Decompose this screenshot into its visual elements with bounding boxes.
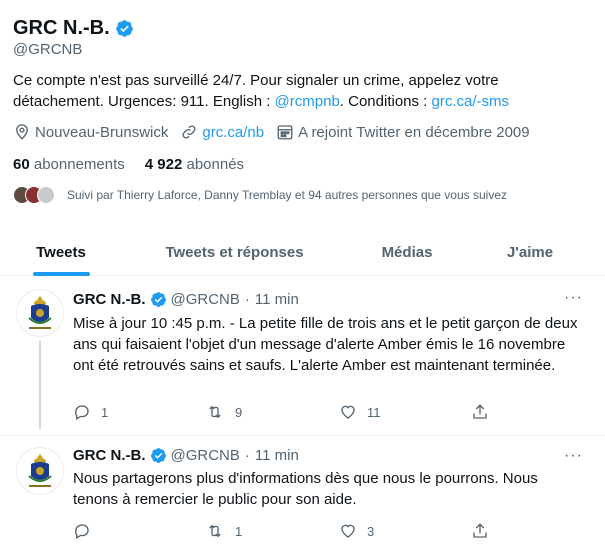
like-button[interactable]: 11 [339,403,471,421]
share-icon [473,404,487,419]
tab-media-label: Médias [381,243,433,261]
retweet-icon [209,405,221,419]
tweet-avatar[interactable] [16,289,64,337]
like-count: 11 [367,404,381,420]
retweet-count: 1 [235,523,243,539]
heart-icon [341,524,355,538]
profile-name: GRC N.-B. [13,17,110,39]
tweet-author-name[interactable]: GRC N.-B. [73,291,146,308]
follow-stats: 60 abonnements 4 922 abonnés [13,156,264,173]
profile-tabs: Tweets Tweets et réponses Médias J'aime [0,228,605,276]
share-button[interactable] [471,403,489,421]
share-button[interactable] [471,522,489,540]
tweet[interactable]: GRC N.-B. @GRCNB · 11 min ··· Mise à jou… [0,277,605,429]
rcmp-crest-icon [28,296,52,329]
profile-bio: Ce compte n'est pas surveillé 24/7. Pour… [13,70,573,112]
location-item: Nouveau-Brunswick [13,123,168,141]
tab-tweets[interactable]: Tweets [0,228,122,276]
reply-button[interactable] [73,522,175,540]
tweet-author-handle[interactable]: @GRCNB [171,291,240,308]
heart-icon [341,405,355,419]
verified-badge-icon [150,448,166,463]
profile-name-row: GRC N.-B. [13,17,134,40]
tab-tweets-replies[interactable]: Tweets et réponses [122,228,347,276]
tweet-actions: 1 3 [73,522,503,540]
profile-handle: @GRCNB [13,41,83,58]
tweet-time[interactable]: 11 min [255,447,299,464]
following-label: abonnements [33,156,125,173]
retweet-count: 9 [235,404,243,420]
more-options-icon[interactable]: ··· [564,289,583,307]
tweet-text: Mise à jour 10 :45 p.m. - La petite fill… [73,315,578,374]
bio-link-conditions[interactable]: grc.ca/-sms [432,93,510,110]
location-pin-icon [16,124,28,140]
tab-tweets-replies-label: Tweets et réponses [165,243,304,261]
tweet[interactable]: GRC N.-B. @GRCNB · 11 min ··· Nous parta… [0,435,605,556]
profile-meta: Nouveau-Brunswick grc.ca/nb A rejoint Tw… [13,123,542,141]
joined-item: A rejoint Twitter en décembre 2009 [276,123,530,141]
tab-likes-label: J'aime [506,243,554,261]
tweet-header: GRC N.-B. @GRCNB · 11 min [73,447,299,464]
tab-likes[interactable]: J'aime [467,228,593,276]
website-item[interactable]: grc.ca/nb [180,123,264,141]
tweet-separator: · [244,447,250,464]
bio-link-rcmpnb[interactable]: @rcmpnb [275,93,340,110]
tweet-text: Nous partagerons plus d'informations dès… [73,470,538,508]
website-link[interactable]: grc.ca/nb [202,124,264,141]
followers-link[interactable]: 4 922 abonnés [145,156,244,173]
tweet-avatar[interactable] [16,447,64,495]
verified-badge-icon [115,20,133,37]
share-icon [473,523,487,538]
tweet-author-handle[interactable]: @GRCNB [171,447,240,464]
tweet-header: GRC N.-B. @GRCNB · 11 min [73,291,299,308]
following-count: 60 [13,156,30,173]
tweet-time[interactable]: 11 min [255,291,299,308]
rcmp-crest-icon [28,454,52,487]
retweet-icon [209,524,221,538]
location-text: Nouveau-Brunswick [35,123,169,141]
bio-text-conditions: . Conditions : [339,93,432,110]
tab-active-indicator [33,272,90,276]
like-button[interactable]: 3 [339,522,471,540]
reply-icon [75,405,89,420]
followers-count: 4 922 [144,156,183,173]
tweet-author-name[interactable]: GRC N.-B. [73,447,146,464]
like-count: 3 [367,523,375,539]
followed-by-text: Suivi par Thierry Laforce, Danny Trembla… [67,188,508,202]
avatar [37,186,55,204]
link-icon [182,125,196,139]
verified-badge-icon [150,292,166,307]
reply-icon [75,524,89,539]
tweet-separator: · [244,291,250,308]
reply-button[interactable]: 1 [73,403,175,421]
tab-media[interactable]: Médias [347,228,467,276]
tab-tweets-label: Tweets [36,243,86,261]
calendar-icon [277,125,293,140]
followers-label: abonnés [186,156,245,173]
joined-text: A rejoint Twitter en décembre 2009 [298,123,530,141]
following-link[interactable]: 60 abonnements [13,156,125,173]
reply-count: 1 [101,404,109,420]
retweet-button[interactable]: 9 [205,403,339,421]
retweet-button[interactable]: 1 [205,522,339,540]
followers-you-know-avatars [13,186,55,204]
thread-connector [39,341,41,429]
more-options-icon[interactable]: ··· [564,447,583,465]
followed-by-row[interactable]: Suivi par Thierry Laforce, Danny Trembla… [13,186,507,204]
tweet-actions: 1 9 11 [73,403,503,421]
